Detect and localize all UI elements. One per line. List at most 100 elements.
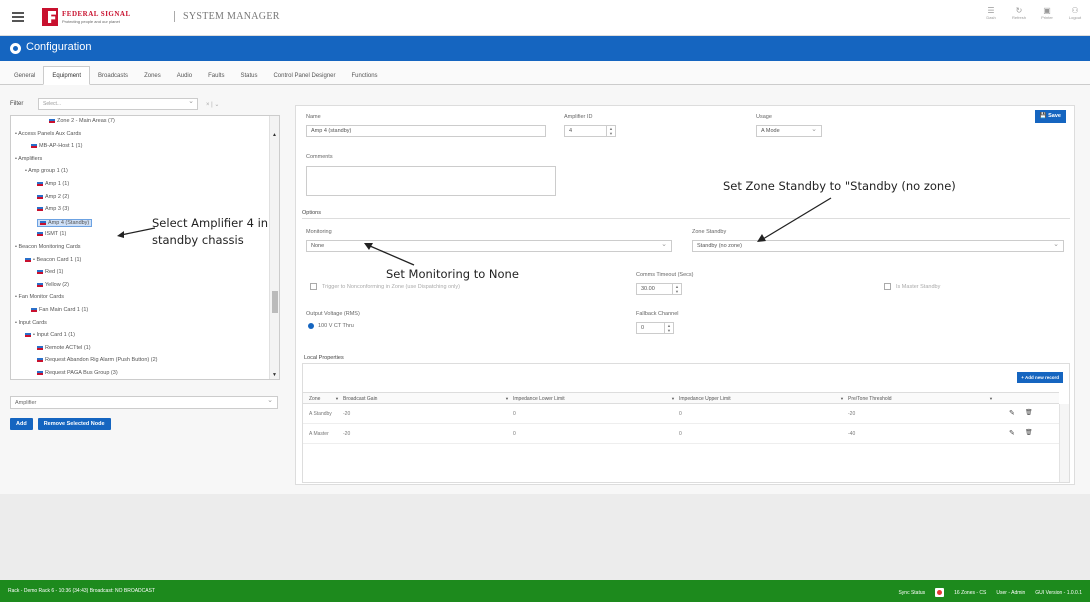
scroll-down-icon[interactable]: ▼: [272, 372, 277, 378]
tree-node[interactable]: • Amp group 1 (1): [25, 168, 68, 174]
sync-status-icon[interactable]: [935, 588, 945, 597]
sync-status-label: Sync Status: [898, 589, 926, 596]
spinner-icon[interactable]: ▲ ▼: [672, 284, 681, 294]
page-title: Configuration: [26, 41, 92, 53]
filter-icon[interactable]: ▼: [840, 396, 844, 401]
annotation-set-zone: Set Zone Standby to "Standby (no zone): [723, 179, 956, 193]
tree-node[interactable]: MB-AP-Host 1 (1): [31, 143, 82, 149]
print-icon[interactable]: ▣ Printer: [1038, 6, 1056, 20]
column-header[interactable]: Broadcast Gain: [343, 396, 377, 402]
amplifier-id-input[interactable]: 4 ▲ ▼: [564, 125, 616, 137]
filter-icon[interactable]: ▼: [989, 396, 993, 401]
table-icon[interactable]: ☰ Dash: [982, 6, 1000, 20]
edit-icon[interactable]: ✎: [1009, 429, 1015, 437]
hamburger-menu-icon[interactable]: [12, 12, 24, 22]
is-master-label: Is Master Standby: [896, 284, 941, 290]
options-label: Options: [302, 210, 325, 216]
spinner-icon[interactable]: ▲ ▼: [664, 323, 673, 333]
scroll-up-icon[interactable]: ▲: [272, 132, 277, 138]
tree-node[interactable]: • Access Panels Aux Cards: [15, 131, 81, 137]
tree-node[interactable]: Request Abandon Rig Alarm (Push Button) …: [37, 357, 158, 363]
add-button[interactable]: Add: [10, 418, 33, 430]
equipment-flag-icon: [37, 345, 43, 350]
tree-node[interactable]: • Fan Monitor Cards: [15, 294, 64, 300]
tree-node[interactable]: Remote ACTtel (1): [37, 345, 91, 351]
comms-timeout-input[interactable]: 30.00 ▲ ▼: [636, 283, 682, 295]
fallback-channel-input[interactable]: 0 ▲ ▼: [636, 322, 674, 334]
tree-node[interactable]: Red (1): [37, 269, 63, 275]
tab-status[interactable]: Status: [232, 67, 265, 84]
spinner-icon[interactable]: ▲ ▼: [606, 126, 615, 136]
trigger-checkbox[interactable]: [310, 283, 317, 290]
column-header[interactable]: Impedance Lower Limit: [513, 396, 565, 402]
table-row[interactable]: A Master -20 0 0 -40 ✎ 🗑: [303, 424, 1059, 444]
table-row[interactable]: A Standby -20 0 0 -20 ✎ 🗑: [303, 404, 1059, 424]
tree-node[interactable]: • Amplifiers: [15, 156, 42, 162]
zone-standby-select[interactable]: Standby (no zone): [692, 240, 1064, 252]
is-master-checkbox[interactable]: [884, 283, 891, 290]
tree-node-label: • Beacon Monitoring Cards: [15, 244, 81, 250]
table-cell: -20: [343, 431, 351, 437]
usage-select[interactable]: A Mode: [756, 125, 822, 137]
tree-node[interactable]: • Input Card 1 (1): [25, 332, 75, 338]
tree-node-label: Amp 4 (Standby): [48, 219, 90, 226]
equipment-flag-icon: [37, 270, 43, 275]
tree-node[interactable]: Fan Main Card 1 (1): [31, 307, 88, 313]
tree-node[interactable]: ISMT (1): [37, 231, 66, 237]
tree-node[interactable]: • Beacon Monitoring Cards: [15, 244, 81, 250]
tab-audio[interactable]: Audio: [169, 67, 200, 84]
tree-node[interactable]: Zone 2 - Main Areas (7): [49, 118, 115, 124]
node-type-select[interactable]: Amplifier: [10, 396, 278, 409]
tree-node[interactable]: Amp 2 (2): [37, 194, 69, 200]
tree-node[interactable]: • Input Cards: [15, 320, 47, 326]
amplifier-form: Name Amp 4 (standby) Amplifier ID 4 ▲ ▼ Us…: [295, 105, 1075, 485]
table-cell: -20: [848, 411, 856, 417]
tab-broadcasts[interactable]: Broadcasts: [90, 67, 136, 84]
print-icon-glyph: ▣: [1043, 6, 1051, 15]
tab-equipment[interactable]: Equipment: [43, 66, 91, 85]
tree-node[interactable]: Request PAGA Bus Group (3): [37, 370, 118, 376]
comments-textarea[interactable]: [306, 166, 556, 196]
column-header[interactable]: Zone: [309, 396, 320, 402]
filter-icon[interactable]: ▼: [671, 396, 675, 401]
tab-faults[interactable]: Faults: [200, 67, 232, 84]
filter-icon[interactable]: ▼: [335, 396, 339, 401]
comms-timeout-value: 30.00: [641, 286, 655, 292]
filter-clear-icon[interactable]: × | ⌄: [206, 101, 219, 108]
configuration-bar: Configuration: [0, 36, 1090, 61]
remove-selected-node-button[interactable]: Remove Selected Node: [37, 418, 111, 430]
add-new-record-button[interactable]: + Add new record: [1017, 372, 1063, 383]
edit-icon[interactable]: ✎: [1009, 409, 1015, 417]
zone-standby-label: Zone Standby: [692, 229, 727, 235]
save-button[interactable]: 💾 Save: [1034, 110, 1066, 123]
tab-control-panel-designer[interactable]: Control Panel Designer: [265, 67, 343, 84]
tab-functions[interactable]: Functions: [344, 67, 386, 84]
refresh-icon[interactable]: ↻ Refresh: [1010, 6, 1028, 20]
filter-icon[interactable]: ▼: [505, 396, 509, 401]
arrow-select-amp: [117, 227, 156, 238]
tree-node[interactable]: Amp 1 (1): [37, 181, 69, 187]
annotation-select-amp: Select Amplifier 4 in standby chassis: [152, 216, 269, 247]
tree-node[interactable]: Amp 4 (Standby): [37, 218, 93, 227]
tree-node[interactable]: • Beacon Card 1 (1): [25, 257, 81, 263]
monitoring-select[interactable]: None: [306, 240, 672, 252]
column-header[interactable]: Pre/Tone Threshold: [848, 396, 892, 402]
scroll-thumb[interactable]: [272, 291, 278, 313]
tree-scrollbar[interactable]: ▲ ▼: [269, 116, 279, 379]
column-header[interactable]: Impedance Upper Limit: [679, 396, 731, 402]
filter-select[interactable]: Select...: [38, 97, 198, 110]
tree-node[interactable]: Yellow (2): [37, 282, 69, 288]
delete-icon[interactable]: 🗑: [1025, 409, 1033, 416]
tree-node[interactable]: Amp 3 (3): [37, 206, 69, 212]
output-voltage-radio[interactable]: [308, 323, 314, 329]
name-input[interactable]: Amp 4 (standby): [306, 125, 546, 137]
tree-node-label: ISMT (1): [45, 231, 67, 238]
equipment-flag-icon: [37, 182, 43, 186]
tab-zones[interactable]: Zones: [136, 67, 169, 84]
annotation-set-monitoring: Set Monitoring to None: [386, 267, 519, 281]
grid-scrollbar[interactable]: [1059, 404, 1069, 482]
user-icon[interactable]: ⚇ Logout: [1066, 6, 1084, 20]
top-icons: ☰ Dash ↻ Refresh ▣ Printer ⚇ Logout: [982, 6, 1084, 20]
tab-general[interactable]: General: [6, 67, 43, 84]
delete-icon[interactable]: 🗑: [1025, 429, 1033, 436]
